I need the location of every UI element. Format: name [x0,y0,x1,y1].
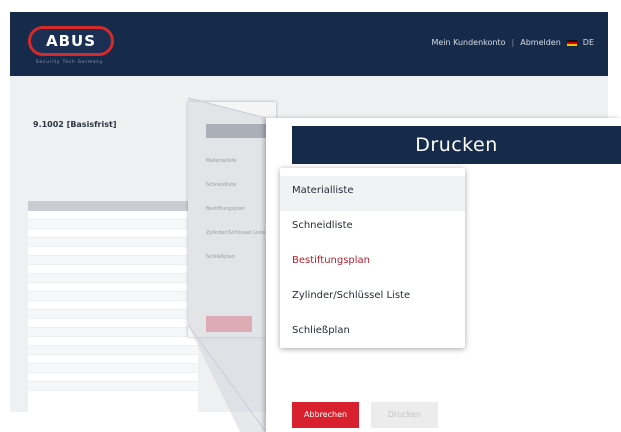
print-dialog-small: Materialliste Schneidliste Bestiftungspl… [188,102,276,337]
table-row [28,274,198,283]
table-row [28,328,198,337]
menu-item-zylinder-schluessel-liste[interactable]: Zylinder/Schlüssel Liste [280,281,465,316]
table-row [28,382,198,391]
table-row [28,265,198,274]
small-menu-item[interactable]: Schneidliste [206,182,236,188]
user-nav: Mein Kundenkonto | Abmelden DE [431,38,594,47]
table-row [28,346,198,355]
table-row [28,247,198,256]
key-table-blurred [28,201,198,412]
table-row [28,373,198,382]
top-navigation-bar: ABUS Security Tech Germany Mein Kundenko… [10,12,608,76]
small-menu-item[interactable]: Materialliste [206,158,237,164]
nav-separator: | [511,38,515,47]
table-row [28,283,198,292]
table-row [28,355,198,364]
menu-item-schneidliste[interactable]: Schneidliste [280,211,465,246]
table-row [28,292,198,301]
logout-link[interactable]: Abmelden [520,38,561,47]
print-options-menu: Materialliste Schneidliste Bestiftungspl… [280,168,465,348]
print-dialog-zoomed: Drucken Materialliste Schneidliste Besti… [266,118,621,432]
table-row [28,319,198,328]
table-row [28,256,198,265]
project-title: 9.1002 [Basisfrist] [33,120,117,129]
small-menu-item[interactable]: Zylinder/Schlüssel Liste [206,230,265,236]
print-button[interactable]: Drucken [371,402,438,428]
table-row [28,229,198,238]
cancel-button[interactable]: Abbrechen [292,402,359,428]
table-row [28,337,198,346]
menu-item-bestiftungsplan[interactable]: Bestiftungsplan [280,246,465,281]
logo-tagline: Security Tech Germany [36,59,104,64]
table-row [28,211,198,220]
table-row [28,301,198,310]
german-flag-icon[interactable] [566,39,577,46]
small-menu-item[interactable]: Schließplan [206,254,235,260]
language-label[interactable]: DE [583,38,594,47]
small-menu-item[interactable]: Bestiftungsplan [206,206,245,212]
menu-item-materialliste[interactable]: Materialliste [280,176,465,211]
table-row [28,364,198,373]
table-row [28,238,198,247]
table-row [28,310,198,319]
menu-item-schliessplan[interactable]: Schließplan [280,316,465,351]
table-row [28,220,198,229]
small-cancel-button[interactable] [206,316,252,332]
account-link[interactable]: Mein Kundenkonto [431,38,505,47]
table-header [28,201,198,211]
dialog-title: Drucken [292,126,621,164]
abus-logo[interactable]: ABUS [28,26,114,56]
